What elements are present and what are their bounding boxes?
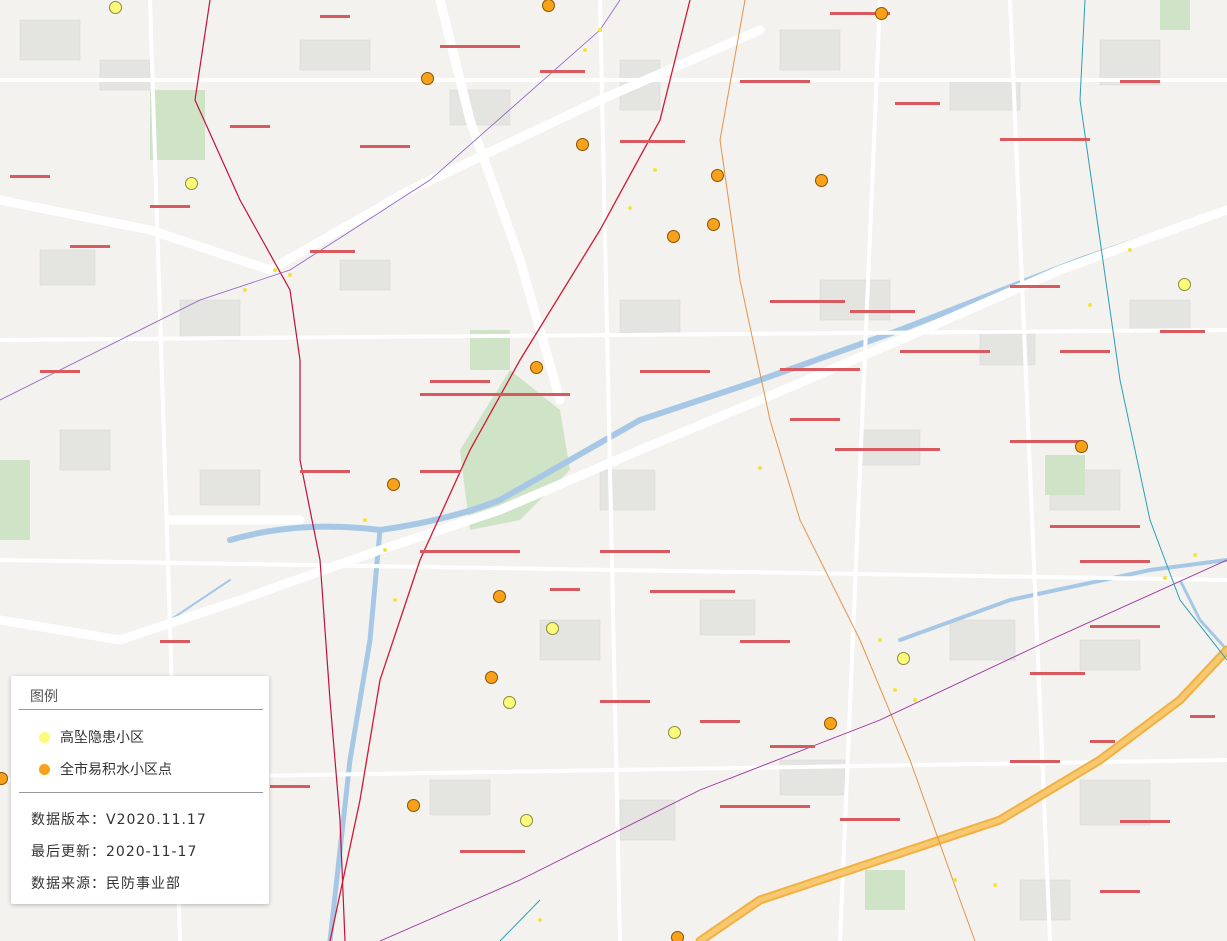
legend-item-label: 全市易积水小区点 [60,762,172,778]
waterlogging-marker[interactable] [485,671,498,684]
waterlogging-marker[interactable] [671,931,684,941]
high-fall-risk-marker[interactable] [668,726,681,739]
last-updated: 最后更新：2020-11-17 [31,841,197,861]
legend-divider [19,709,263,710]
high-fall-risk-marker[interactable] [546,622,559,635]
waterlogging-marker[interactable] [407,799,420,812]
legend-item-label: 高坠隐患小区 [60,730,144,746]
data-source: 数据来源：民防事业部 [31,873,181,893]
data-version-value: V2020.11.17 [106,812,207,828]
orange-dot-icon [39,763,50,775]
yellow-dot-icon [39,731,50,743]
last-updated-value: 2020-11-17 [106,844,198,860]
high-fall-risk-marker[interactable] [1178,278,1191,291]
high-fall-risk-marker[interactable] [185,177,198,190]
data-version-label: 数据版本： [31,812,106,828]
data-version: 数据版本：V2020.11.17 [31,809,207,829]
waterlogging-marker[interactable] [530,361,543,374]
data-source-value: 民防事业部 [106,876,181,892]
legend-title: 图例 [30,689,58,705]
waterlogging-marker[interactable] [576,138,589,151]
legend-divider [19,792,263,793]
waterlogging-marker[interactable] [707,218,720,231]
waterlogging-marker[interactable] [815,174,828,187]
legend-item-waterlogging: 全市易积水小区点 [39,759,172,779]
high-fall-risk-marker[interactable] [897,652,910,665]
high-fall-risk-marker[interactable] [503,696,516,709]
high-fall-risk-marker[interactable] [520,814,533,827]
waterlogging-marker[interactable] [711,169,724,182]
map-canvas[interactable]: 图例 高坠隐患小区 全市易积水小区点 数据版本：V2020.11.17 最后更新… [0,0,1227,941]
waterlogging-marker[interactable] [1075,440,1088,453]
waterlogging-marker[interactable] [387,478,400,491]
waterlogging-marker[interactable] [875,7,888,20]
waterlogging-marker[interactable] [824,717,837,730]
waterlogging-marker[interactable] [493,590,506,603]
data-source-label: 数据来源： [31,876,106,892]
legend-item-high-fall-risk: 高坠隐患小区 [39,727,144,747]
waterlogging-marker[interactable] [421,72,434,85]
high-fall-risk-marker[interactable] [109,1,122,14]
map-legend: 图例 高坠隐患小区 全市易积水小区点 数据版本：V2020.11.17 最后更新… [11,676,269,904]
waterlogging-marker[interactable] [667,230,680,243]
last-updated-label: 最后更新： [31,844,106,860]
